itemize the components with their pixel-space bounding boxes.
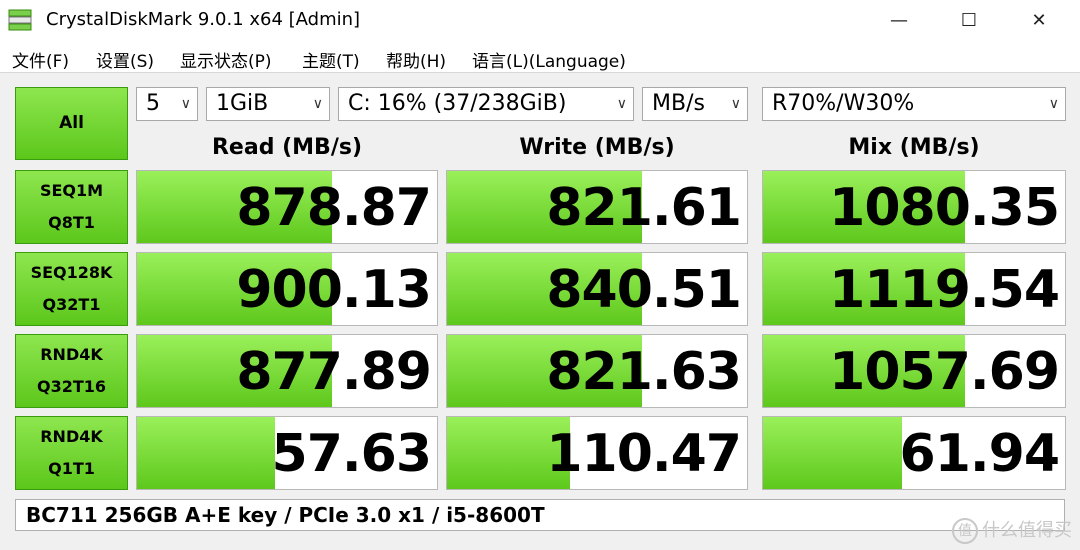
unit-value: MB/s [652, 91, 705, 116]
result-mix: 1080.35 [762, 170, 1066, 244]
test-button-seq1m[interactable]: SEQ1M Q8T1 [15, 170, 128, 244]
chevron-down-icon: ∨ [730, 96, 741, 112]
mix-value: 61.94 [899, 424, 1060, 484]
maximize-button[interactable]: ☐ [946, 6, 992, 36]
read-value: 878.87 [236, 178, 432, 238]
count-select[interactable]: 5 ∨ [136, 87, 198, 121]
write-value: 821.61 [546, 178, 742, 238]
menu-theme[interactable]: 主题(T) [302, 47, 360, 72]
result-mix: 1057.69 [762, 334, 1066, 408]
chevron-down-icon: ∨ [180, 96, 191, 112]
minimize-button[interactable]: — [876, 6, 922, 36]
comment-field[interactable]: BC711 256GB A+E key / PCIe 3.0 x1 / i5-8… [15, 499, 1065, 531]
write-value: 821.63 [546, 342, 742, 402]
test-label-line1: RND4K [40, 345, 103, 364]
size-select[interactable]: 1GiB ∨ [206, 87, 330, 121]
menu-settings[interactable]: 设置(S) [96, 47, 154, 72]
size-value: 1GiB [216, 91, 269, 116]
read-value: 900.13 [236, 260, 432, 320]
menu-display[interactable]: 显示状态(P) [180, 47, 272, 72]
mix-value: 1057.69 [829, 342, 1060, 402]
test-label-line2: Q32T16 [36, 377, 107, 396]
close-button[interactable]: ✕ [1016, 6, 1062, 36]
write-value: 840.51 [546, 260, 742, 320]
test-label-line1: SEQ1M [39, 181, 104, 200]
read-header: Read (MB/s) [211, 135, 362, 160]
result-write: 821.61 [446, 170, 748, 244]
result-mix: 61.94 [762, 416, 1066, 490]
result-read: 878.87 [136, 170, 438, 244]
result-read: 877.89 [136, 334, 438, 408]
drive-select[interactable]: C: 16% (37/238GiB) ∨ [338, 87, 634, 121]
watermark-logo-icon: 值 [952, 518, 978, 544]
result-read: 57.63 [136, 416, 438, 490]
count-value: 5 [146, 91, 160, 116]
title-bar: CrystalDiskMark 9.0.1 x64 [Admin] — ☐ ✕ [0, 0, 1080, 42]
write-header: Write (MB/s) [519, 135, 675, 160]
drive-value: C: 16% (37/238GiB) [348, 91, 567, 116]
test-label-line2: Q8T1 [48, 213, 95, 232]
window-title: CrystalDiskMark 9.0.1 x64 [Admin] [46, 9, 361, 30]
all-button[interactable]: All [15, 87, 128, 160]
unit-select[interactable]: MB/s ∨ [642, 87, 748, 121]
chevron-down-icon: ∨ [616, 96, 627, 112]
mix-value: R70%/W30% [772, 91, 915, 116]
main-panel: All 5 ∨ 1GiB ∨ C: 16% (37/238GiB) ∨ MB/s… [0, 73, 1080, 550]
test-button-seq128k[interactable]: SEQ128K Q32T1 [15, 252, 128, 326]
read-bar [137, 417, 275, 489]
test-label-line1: SEQ128K [30, 263, 113, 282]
test-button-rnd4k-q32t16[interactable]: RND4K Q32T16 [15, 334, 128, 408]
result-mix: 1119.54 [762, 252, 1066, 326]
test-button-rnd4k-q1t1[interactable]: RND4K Q1T1 [15, 416, 128, 490]
watermark: 值什么值得买 [952, 516, 1072, 544]
menu-bar: 文件(F) 设置(S) 显示状态(P) 主题(T) 帮助(H) 语言(L)(La… [0, 42, 1080, 73]
mix-select[interactable]: R70%/W30% ∨ [762, 87, 1066, 121]
chevron-down-icon: ∨ [312, 96, 323, 112]
mix-bar [763, 417, 902, 489]
app-icon [8, 9, 32, 31]
test-label-line1: RND4K [40, 427, 103, 446]
result-read: 900.13 [136, 252, 438, 326]
result-write: 840.51 [446, 252, 748, 326]
test-label-line2: Q1T1 [48, 459, 95, 478]
write-value: 110.47 [546, 424, 742, 484]
mix-value: 1119.54 [829, 260, 1060, 320]
test-label-line2: Q32T1 [42, 295, 101, 314]
watermark-text: 什么值得买 [982, 520, 1072, 541]
read-value: 57.63 [271, 424, 432, 484]
menu-language[interactable]: 语言(L)(Language) [472, 47, 626, 72]
menu-help[interactable]: 帮助(H) [386, 47, 446, 72]
mix-value: 1080.35 [829, 178, 1060, 238]
mix-header: Mix (MB/s) [848, 135, 980, 160]
result-write: 110.47 [446, 416, 748, 490]
result-write: 821.63 [446, 334, 748, 408]
chevron-down-icon: ∨ [1048, 96, 1059, 112]
read-value: 877.89 [236, 342, 432, 402]
menu-file[interactable]: 文件(F) [12, 47, 69, 72]
